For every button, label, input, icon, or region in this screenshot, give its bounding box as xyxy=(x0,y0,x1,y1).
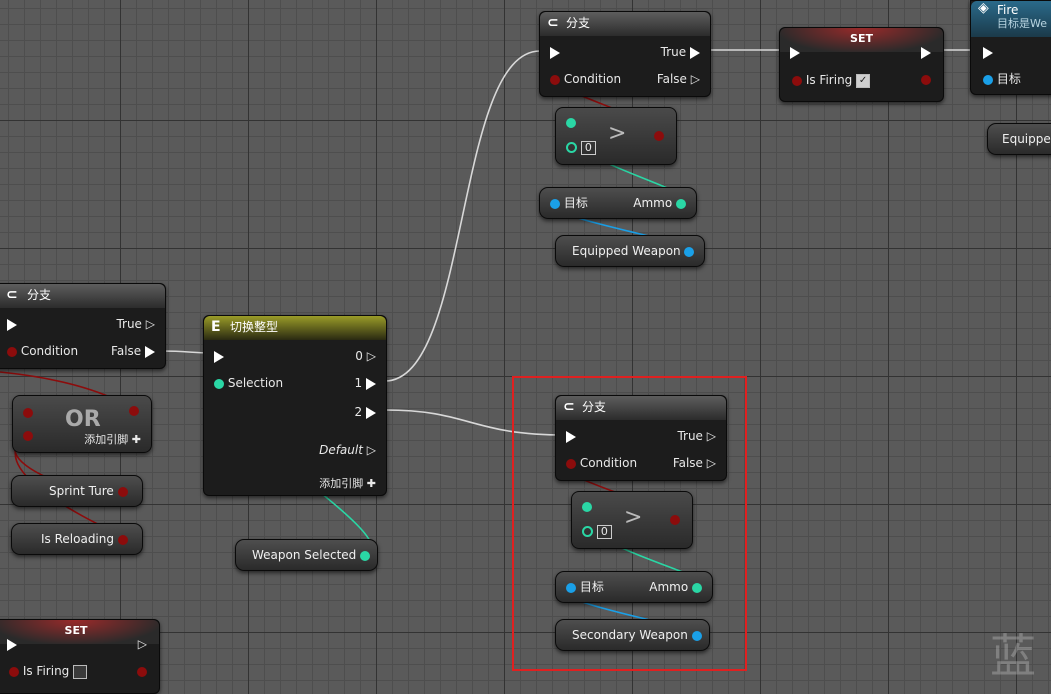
branch-node-top[interactable]: ⊂ 分支 True Condition False ▷ xyxy=(539,11,711,97)
exec-in-pin[interactable] xyxy=(550,44,560,60)
branch-node-left[interactable]: ⊂ 分支 True ▷ Condition False xyxy=(0,283,166,369)
is-reloading-getter[interactable]: Is Reloading xyxy=(11,523,143,555)
bool-out-pin[interactable] xyxy=(117,486,128,497)
branch-icon: ⊂ xyxy=(547,15,559,31)
exec-in-pin[interactable] xyxy=(790,44,800,60)
blueprint-watermark: 蓝 xyxy=(990,629,1036,683)
condition-pin[interactable]: Condition xyxy=(566,455,637,471)
exec-hollow-icon: ▷ xyxy=(690,72,700,86)
sprint-ture-getter[interactable]: Sprint Ture xyxy=(11,475,143,507)
branch-icon: ⊂ xyxy=(6,287,18,303)
false-out-pin[interactable]: False ▷ xyxy=(657,71,700,87)
weapon-selected-label: Weapon Selected xyxy=(252,548,357,562)
fire-subtitle: 目标是We xyxy=(997,17,1047,30)
greater-than-icon: > xyxy=(608,121,627,146)
fire-function-node[interactable]: ◈ Fire 目标是We 目标 xyxy=(970,0,1051,95)
switch-on-int-node[interactable]: E 切换整型 0 ▷ Selection 1 2 Default ▷ 添加引脚 ✚ xyxy=(203,315,387,496)
condition-pin[interactable]: Condition xyxy=(550,71,621,87)
secondary-weapon-getter[interactable]: Secondary Weapon xyxy=(555,619,710,651)
is-firing-checkbox[interactable]: ✓ xyxy=(856,73,871,88)
compare-a-pin[interactable] xyxy=(566,114,576,130)
true-out-pin[interactable]: True ▷ xyxy=(116,316,155,332)
greater-than-icon: > xyxy=(624,505,643,530)
exec-in-pin[interactable] xyxy=(566,428,576,444)
branch-icon: ⊂ xyxy=(563,399,575,415)
true-out-pin[interactable]: True xyxy=(661,44,700,60)
switch-add-pin-button[interactable]: 添加引脚 ✚ xyxy=(319,476,376,492)
branch-title: 分支 xyxy=(27,288,52,302)
sprint-ture-label: Sprint Ture xyxy=(49,484,114,498)
int-out-pin[interactable] xyxy=(360,550,371,561)
bool-out-pin[interactable] xyxy=(117,534,128,545)
selection-pin[interactable]: Selection xyxy=(214,375,283,391)
compare-out-pin[interactable] xyxy=(654,127,664,143)
set-is-firing-node-top[interactable]: SET Is Firing ✓ xyxy=(779,27,944,102)
out-2-pin[interactable]: 2 xyxy=(355,404,376,420)
false-out-pin[interactable]: False ▷ xyxy=(673,455,716,471)
equipped-right-label: Equippe xyxy=(1002,132,1051,146)
branch-node-selected[interactable]: ⊂ 分支 True ▷ Condition False ▷ xyxy=(555,395,727,481)
fire-title: Fire xyxy=(997,3,1019,17)
out-1-pin[interactable]: 1 xyxy=(355,375,376,391)
switch-icon: E xyxy=(211,319,221,335)
exec-hollow-icon: ▷ xyxy=(366,349,376,363)
or-title: OR xyxy=(65,407,101,432)
equipped-weapon-label: Equipped Weapon xyxy=(572,244,681,258)
branch-title: 分支 xyxy=(566,16,591,30)
or-out-pin[interactable] xyxy=(129,402,139,418)
is-firing-out-pin[interactable] xyxy=(137,663,147,679)
set-title: SET xyxy=(64,624,88,637)
object-out-pin[interactable] xyxy=(691,630,702,641)
false-out-pin[interactable]: False xyxy=(111,343,155,359)
exec-out-pin[interactable]: ▷ xyxy=(138,636,147,652)
greater-than-node-top[interactable]: 0 > xyxy=(555,107,677,165)
ammo-out-pin[interactable]: Ammo xyxy=(633,195,686,211)
set-is-firing-node-bottom[interactable]: SET ▷ Is Firing xyxy=(0,619,160,694)
exec-out-pin[interactable] xyxy=(921,44,931,60)
secondary-weapon-label: Secondary Weapon xyxy=(572,628,688,642)
target-pin[interactable]: 目标 xyxy=(550,195,588,211)
ammo-getter-selected[interactable]: 目标 Ammo xyxy=(555,571,713,603)
target-pin[interactable]: 目标 xyxy=(566,579,604,595)
or-a-pin[interactable] xyxy=(23,404,33,420)
exec-in-pin[interactable] xyxy=(7,316,17,332)
set-title: SET xyxy=(850,32,873,45)
equipped-weapon-getter[interactable]: Equipped Weapon xyxy=(555,235,705,267)
function-icon: ◈ xyxy=(978,0,989,16)
is-firing-out-pin[interactable] xyxy=(921,71,931,87)
weapon-selected-getter[interactable]: Weapon Selected xyxy=(235,539,378,571)
compare-a-pin[interactable] xyxy=(582,498,592,514)
greater-than-node-selected[interactable]: 0 > xyxy=(571,491,693,549)
exec-hollow-icon: ▷ xyxy=(137,637,147,651)
is-firing-checkbox[interactable] xyxy=(73,664,88,679)
is-firing-input[interactable]: Is Firing ✓ xyxy=(792,72,871,88)
true-out-pin[interactable]: True ▷ xyxy=(677,428,716,444)
branch-title: 分支 xyxy=(582,400,607,414)
or-b-pin[interactable] xyxy=(23,427,33,443)
ammo-getter-top[interactable]: 目标 Ammo xyxy=(539,187,697,219)
compare-out-pin[interactable] xyxy=(670,511,680,527)
exec-in-pin[interactable] xyxy=(214,348,224,364)
switch-title: 切换整型 xyxy=(230,320,279,334)
or-node[interactable]: OR 添加引脚 ✚ xyxy=(12,395,152,453)
exec-in-pin[interactable] xyxy=(7,636,17,652)
is-firing-input[interactable]: Is Firing xyxy=(9,663,88,679)
out-0-pin[interactable]: 0 ▷ xyxy=(355,348,376,364)
exec-in-pin[interactable] xyxy=(983,44,993,60)
condition-pin[interactable]: Condition xyxy=(7,343,78,359)
exec-hollow-icon: ▷ xyxy=(145,317,155,331)
is-reloading-label: Is Reloading xyxy=(41,532,114,546)
exec-hollow-icon: ▷ xyxy=(706,429,716,443)
exec-hollow-icon: ▷ xyxy=(366,443,376,457)
compare-b-pin[interactable]: 0 xyxy=(566,139,596,155)
compare-b-pin[interactable]: 0 xyxy=(582,523,612,539)
equipped-weapon-getter-right[interactable]: Equippe xyxy=(987,123,1051,155)
default-pin[interactable]: Default ▷ xyxy=(319,442,376,458)
exec-hollow-icon: ▷ xyxy=(706,456,716,470)
target-pin[interactable]: 目标 xyxy=(983,71,1021,87)
object-out-pin[interactable] xyxy=(684,246,695,257)
or-add-pin-button[interactable]: 添加引脚 ✚ xyxy=(84,432,141,448)
ammo-out-pin[interactable]: Ammo xyxy=(649,579,702,595)
